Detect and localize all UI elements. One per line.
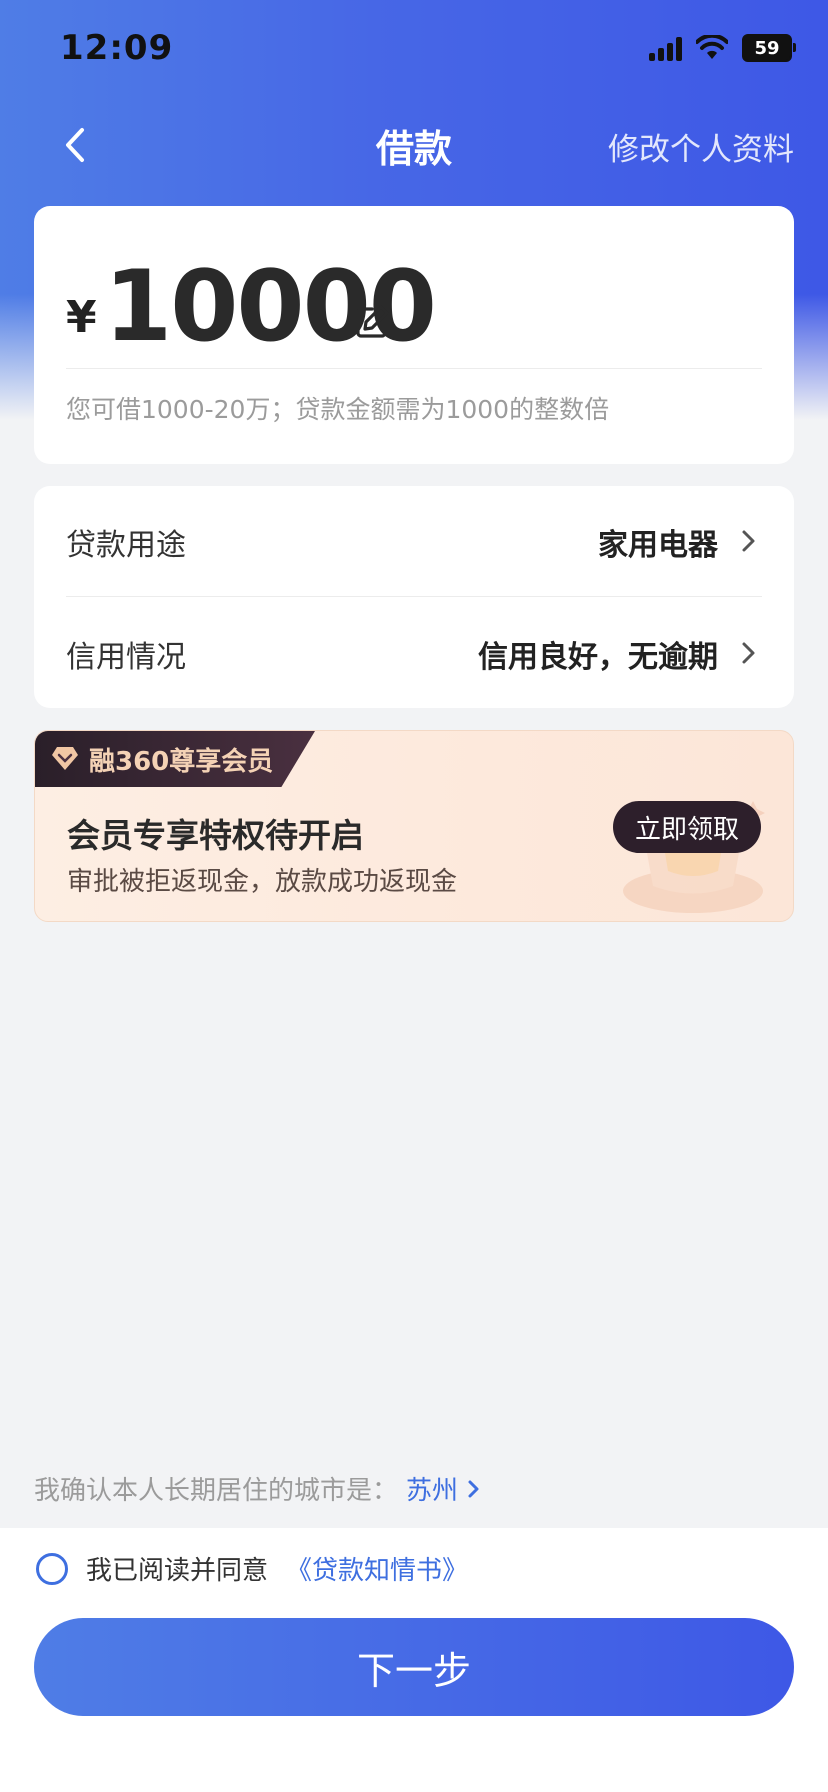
diamond-heart-icon bbox=[52, 747, 78, 770]
membership-promo-card[interactable]: 融360尊享会员 会员专享特权待开启 审批被拒返现金，放款成功返现金 立即领取 bbox=[34, 730, 794, 922]
status-bar: 12:09 59 bbox=[0, 0, 828, 100]
city-value[interactable]: 苏州 bbox=[406, 1470, 458, 1507]
next-step-button[interactable]: 下一步 bbox=[34, 1618, 794, 1716]
divider bbox=[66, 596, 762, 597]
nav-bar: 借款 修改个人资料 bbox=[0, 100, 828, 190]
membership-tag-text: 融360尊享会员 bbox=[89, 747, 274, 777]
chevron-right-icon bbox=[742, 642, 755, 664]
membership-tag: 融360尊享会员 bbox=[35, 731, 315, 787]
amount-hint: 您可借1000-20万；贷款金额需为1000的整数倍 bbox=[66, 395, 610, 424]
battery-icon: 59 bbox=[742, 34, 796, 62]
promo-subtitle: 审批被拒返现金，放款成功返现金 bbox=[67, 867, 458, 897]
currency-symbol: ¥ bbox=[66, 292, 97, 343]
agreement-row: 我已阅读并同意 《贷款知情书》 bbox=[36, 1550, 468, 1587]
edit-icon[interactable] bbox=[352, 302, 392, 342]
loan-info-card: 贷款用途 家用电器 信用情况 信用良好，无逾期 bbox=[34, 486, 794, 708]
residence-city[interactable]: 我确认本人长期居住的城市是： 苏州 bbox=[34, 1470, 482, 1507]
credit-status-row[interactable]: 信用情况 信用良好，无逾期 bbox=[34, 598, 794, 708]
status-icons: 59 bbox=[649, 34, 796, 62]
edit-profile-link[interactable]: 修改个人资料 bbox=[608, 124, 794, 169]
row-value: 信用良好，无逾期 bbox=[478, 640, 718, 675]
row-label: 信用情况 bbox=[66, 640, 186, 675]
promo-title: 会员专享特权待开启 bbox=[67, 816, 364, 855]
status-time: 12:09 bbox=[60, 28, 174, 68]
row-label: 贷款用途 bbox=[66, 528, 186, 563]
agreement-link[interactable]: 《贷款知情书》 bbox=[286, 1550, 468, 1587]
row-value: 家用电器 bbox=[598, 528, 718, 563]
wifi-icon bbox=[696, 35, 728, 59]
claim-now-button[interactable]: 立即领取 bbox=[613, 801, 761, 853]
chevron-right-icon bbox=[468, 1480, 479, 1497]
amount-card: ¥ 10000 您可借1000-20万；贷款金额需为1000的整数倍 bbox=[34, 206, 794, 464]
footer: 我已阅读并同意 《贷款知情书》 下一步 bbox=[0, 1528, 828, 1792]
cellular-signal-icon bbox=[649, 35, 682, 61]
loan-purpose-row[interactable]: 贷款用途 家用电器 bbox=[34, 486, 794, 596]
agreement-text: 我已阅读并同意 bbox=[86, 1556, 269, 1586]
battery-level: 59 bbox=[754, 37, 780, 59]
divider bbox=[66, 368, 762, 369]
agree-checkbox[interactable] bbox=[36, 1552, 68, 1585]
chevron-right-icon bbox=[742, 530, 755, 552]
city-label: 我确认本人长期居住的城市是： bbox=[34, 1476, 399, 1506]
